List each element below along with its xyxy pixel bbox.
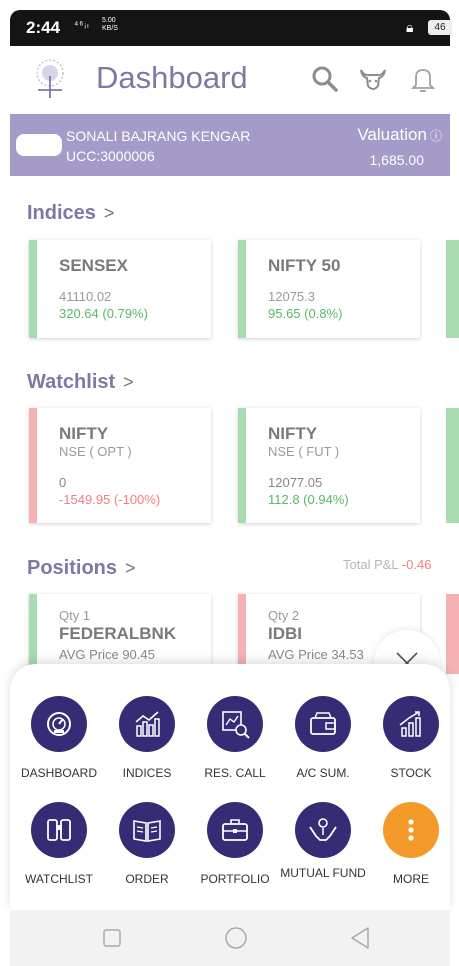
status-time: 2:44 [26,18,61,37]
recent-apps-icon[interactable] [98,924,126,952]
index-name: NIFTY 50 [268,256,341,275]
watchlist-exchange: NSE ( OPT ) [59,444,132,459]
battery-indicator: 46 [428,20,452,35]
position-symbol: IDBI [268,624,302,643]
position-symbol: FEDERALBNK [59,624,177,643]
network-speed: 5.00 KB/S [102,17,118,33]
menu-item-dashboard[interactable]: DASHBOARD [15,696,103,796]
menu-label: PORTFOLIO [200,872,270,886]
home-icon[interactable] [222,924,250,952]
bar-chart-icon [135,711,160,737]
network-speed-value: 5.00 [102,17,116,24]
menu-item-more[interactable]: MORE [367,802,455,902]
valuation-label: Valuation ⓘ [357,125,442,145]
menu-label: MUTUAL FUND [280,866,366,880]
menu-item-research-call[interactable]: RES. CALL [191,696,279,796]
total-pnl-label: Total P&L [343,557,399,572]
avatar [16,134,62,156]
watchlist-change: -1549.95 (-100%) [59,492,161,507]
menu-item-order[interactable]: ORDER [103,802,191,902]
watchlist-change: 112.8 (0.94%) [268,492,349,507]
menu-item-indices[interactable]: INDICES [103,696,191,796]
indices-section-title[interactable]: Indices > [27,202,114,225]
menu-label: INDICES [122,766,172,780]
back-icon[interactable] [346,924,374,952]
search-icon[interactable] [310,64,340,94]
menu-item-portfolio[interactable]: PORTFOLIO [191,802,279,902]
menu-label: RES. CALL [204,766,266,780]
chevron-right-icon: > [125,558,136,578]
watchlist-card-peek[interactable] [446,408,459,523]
positions-title: Positions [27,557,118,579]
valuation-label-text: Valuation [357,125,427,144]
more-vertical-icon [408,819,414,841]
menu-label: DASHBOARD [20,766,97,780]
app-logo-icon [36,59,64,98]
menu-label: ORDER [125,872,169,886]
info-icon[interactable]: ⓘ [430,129,442,143]
index-card[interactable]: NIFTY 50 12075.3 95.65 (0.8%) [238,240,420,338]
page-title: Dashboard [96,60,248,95]
menu-item-account-summary[interactable]: A/C SUM. [279,696,367,796]
menu-item-watchlist[interactable]: WATCHLIST [15,802,103,902]
menu-label: MORE [393,872,429,886]
bell-icon[interactable] [408,64,438,94]
watchlist-card[interactable]: NIFTY NSE ( OPT ) 0 -1549.95 (-100%) [29,408,211,523]
index-card-peek[interactable] [446,240,459,338]
total-pnl: Total P&L -0.46 [343,557,431,572]
network-signal-icon: ⁴⁶ᵢₗ [74,20,90,31]
total-pnl-value: -0.46 [401,557,432,572]
index-value: 41110.02 [59,289,112,304]
valuation-value: 1,685.00 [369,152,425,168]
watchlist-card[interactable]: NIFTY NSE ( FUT ) 12077.05 112.8 (0.94%) [238,408,420,523]
bull-icon[interactable] [358,64,388,94]
watchlist-symbol: NIFTY [268,424,318,443]
account-ucc: UCC:3000006 [66,148,155,164]
hands-money-icon [309,818,337,841]
account-name: SONALI BAJRANG KENGAR [66,128,251,144]
watchlist-symbol: NIFTY [59,424,109,443]
watchlist-value: 0 [59,475,67,490]
menu-item-mutual-fund[interactable]: MUTUAL FUND [279,802,367,902]
index-change: 320.64 (0.79%) [59,306,148,321]
position-qty: Qty 1 [59,608,91,623]
chevron-right-icon: > [103,203,115,223]
watchlist-value: 12077.05 [268,475,323,490]
chevron-right-icon: > [123,372,134,392]
positions-section-title[interactable]: Positions > [27,557,136,580]
menu-label: WATCHLIST [25,872,93,886]
lock-rotation-icon: 🔒︎ [406,19,414,35]
network-speed-unit: KB/S [102,25,118,32]
menu-label: A/C SUM. [296,766,350,780]
book-icon [133,820,161,842]
index-change: 95.65 (0.8%) [268,306,343,321]
position-card[interactable]: Qty 1 FEDERALBNK AVG Price 90.45 [29,594,211,674]
position-avg-price: AVG Price 34.53 [268,647,364,662]
magnifier-chart-icon [222,711,250,739]
speedometer-icon [47,712,71,736]
menu-label: STOCK [390,766,432,780]
watchlist-title: Watchlist [27,371,116,393]
position-avg-price: AVG Price 90.45 [59,647,155,662]
wallet-icon [310,712,336,735]
binoculars-icon [47,819,71,841]
index-value: 12075.3 [268,289,315,304]
position-qty: Qty 2 [268,608,300,623]
watchlist-exchange: NSE ( FUT ) [268,444,340,459]
system-nav-bar [10,910,450,966]
menu-item-stock[interactable]: STOCK [367,696,455,796]
index-card[interactable]: SENSEX 41110.02 320.64 (0.79%) [29,240,211,338]
index-name: SENSEX [59,256,128,275]
app-header: Dashboard [10,46,450,114]
briefcase-icon [222,819,248,841]
position-card-peek[interactable] [446,594,459,674]
account-bar[interactable]: SONALI BAJRANG KENGAR UCC:3000006 Valuat… [10,114,450,176]
watchlist-section-title[interactable]: Watchlist > [27,371,134,394]
stock-chart-icon [399,711,421,737]
quick-menu-sheet: DASHBOARD INDICES RES. CALL A/C SUM. STO… [10,664,450,910]
status-bar: 2:44 ⁴⁶ᵢₗ 5.00 KB/S 🔒︎ 46 [10,10,452,46]
indices-title: Indices [27,202,96,224]
